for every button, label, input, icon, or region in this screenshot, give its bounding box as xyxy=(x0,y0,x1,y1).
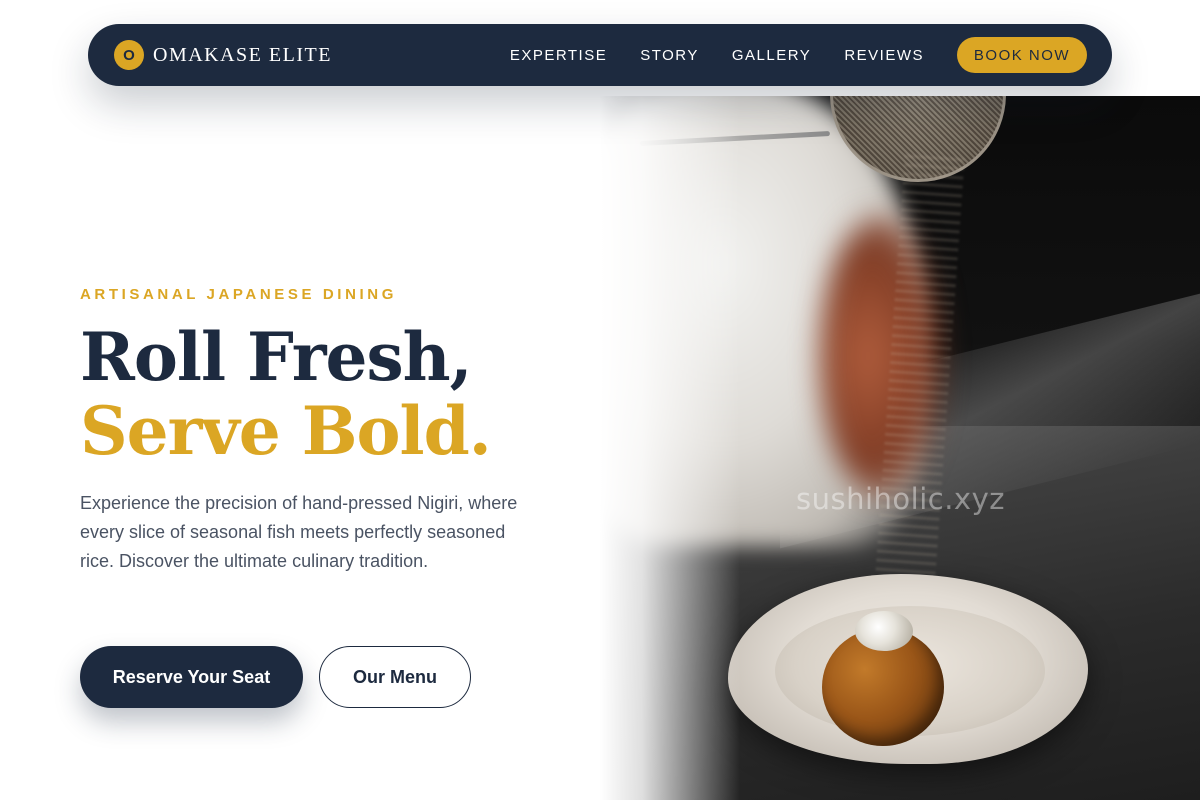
hero-image-fade xyxy=(600,96,740,800)
book-now-button[interactable]: BOOK NOW xyxy=(957,37,1087,73)
hero-description: Experience the precision of hand-pressed… xyxy=(80,493,518,571)
brand-badge: O xyxy=(114,40,144,70)
hero-cta-row: Reserve Your Seat Our Menu xyxy=(80,646,471,708)
nav-link-story[interactable]: STORY xyxy=(640,47,699,64)
hero-image xyxy=(600,96,1200,800)
hero-eyebrow: ARTISANAL JAPANESE DINING xyxy=(80,286,397,303)
reserve-seat-button[interactable]: Reserve Your Seat xyxy=(80,646,303,708)
watermark: sushiholic.xyz xyxy=(796,482,1005,516)
nav-link-reviews[interactable]: REVIEWS xyxy=(844,47,924,64)
navbar: O OMAKASE ELITE EXPERTISE STORY GALLERY … xyxy=(88,24,1112,86)
hero-headline-line2: Serve Bold. xyxy=(80,392,492,470)
hero-headline-line1: Roll Fresh, xyxy=(80,318,473,396)
brand-logo[interactable]: O OMAKASE ELITE xyxy=(114,40,332,70)
our-menu-button[interactable]: Our Menu xyxy=(319,646,471,708)
nav-link-gallery[interactable]: GALLERY xyxy=(732,47,811,64)
brand-name: OMAKASE ELITE xyxy=(153,43,332,66)
page: sushiholic.xyz O OMAKASE ELITE EXPERTISE… xyxy=(0,0,1200,800)
nav-links: EXPERTISE STORY GALLERY REVIEWS BOOK NOW xyxy=(510,37,1087,73)
nav-link-expertise[interactable]: EXPERTISE xyxy=(510,47,607,64)
hero-image-sushi-topping xyxy=(855,611,913,651)
hero-headline: Roll Fresh, Serve Bold. xyxy=(80,318,492,470)
